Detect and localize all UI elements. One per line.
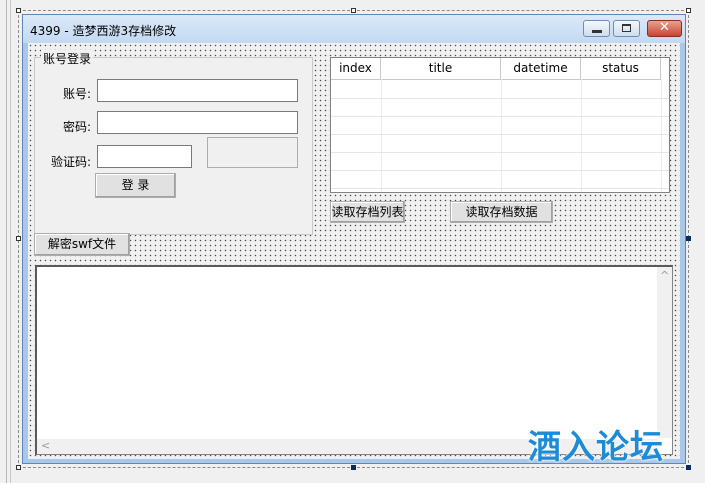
resize-handle-tr[interactable] bbox=[686, 8, 691, 13]
captcha-label: 验证码: bbox=[50, 155, 91, 169]
ide-left-margin bbox=[0, 0, 11, 483]
close-button[interactable]: ✕ bbox=[647, 20, 682, 37]
title-bar[interactable]: 4399 - 造梦西游3存档修改 ✕ bbox=[23, 15, 685, 43]
resize-handle-left[interactable] bbox=[16, 236, 21, 241]
minimize-icon bbox=[592, 30, 602, 33]
login-group-caption: 账号登录 bbox=[41, 50, 94, 67]
close-icon: ✕ bbox=[659, 20, 670, 35]
scroll-left-icon[interactable]: < bbox=[41, 439, 50, 452]
maximize-button[interactable] bbox=[613, 20, 640, 37]
vertical-scrollbar[interactable]: ^ bbox=[657, 267, 672, 438]
login-button[interactable]: 登 录 bbox=[95, 173, 176, 198]
save-list-header: index title datetime status bbox=[331, 58, 661, 80]
account-label: 账号: bbox=[62, 87, 91, 101]
ide-margin-line bbox=[6, 0, 7, 483]
column-header-status[interactable]: status bbox=[581, 58, 661, 79]
table-row[interactable] bbox=[331, 170, 669, 189]
resize-handle-bottom[interactable] bbox=[351, 465, 356, 470]
captcha-image[interactable] bbox=[207, 137, 298, 168]
scroll-up-icon[interactable]: ^ bbox=[660, 269, 669, 282]
column-header-title[interactable]: title bbox=[381, 58, 501, 79]
form-client-area: 账号登录 账号: 密码: 验证码: 登 录 index title dateti… bbox=[28, 43, 680, 459]
login-groupbox: 账号登录 账号: 密码: 验证码: 登 录 bbox=[34, 50, 313, 235]
decrypt-swf-button[interactable]: 解密swf文件 bbox=[34, 233, 130, 256]
table-row[interactable] bbox=[331, 116, 669, 135]
resize-handle-top[interactable] bbox=[351, 8, 356, 13]
read-save-list-button[interactable]: 读取存档列表 bbox=[330, 201, 405, 223]
password-input[interactable] bbox=[97, 111, 298, 134]
table-row[interactable] bbox=[331, 80, 669, 99]
save-list-view[interactable]: index title datetime status bbox=[330, 57, 670, 193]
resize-handle-right[interactable] bbox=[686, 236, 691, 241]
forum-watermark: 酒入论坛 bbox=[528, 427, 664, 466]
table-row[interactable] bbox=[331, 134, 669, 153]
password-label: 密码: bbox=[62, 120, 91, 134]
column-header-index[interactable]: index bbox=[331, 58, 381, 79]
read-save-data-button[interactable]: 读取存档数据 bbox=[450, 201, 553, 223]
account-input[interactable] bbox=[97, 79, 298, 102]
maximize-icon bbox=[622, 24, 631, 32]
column-header-datetime[interactable]: datetime bbox=[501, 58, 581, 79]
captcha-input[interactable] bbox=[97, 145, 192, 168]
resize-handle-bl[interactable] bbox=[16, 465, 21, 470]
resize-handle-tl[interactable] bbox=[16, 8, 21, 13]
table-row[interactable] bbox=[331, 98, 669, 117]
form-window: 4399 - 造梦西游3存档修改 ✕ 账号登录 账号: 密码: 验证码: 登 录… bbox=[22, 14, 686, 464]
table-row[interactable] bbox=[331, 152, 669, 171]
minimize-button[interactable] bbox=[583, 20, 610, 37]
resize-handle-br[interactable] bbox=[686, 465, 691, 470]
window-title: 4399 - 造梦西游3存档修改 bbox=[30, 24, 177, 38]
